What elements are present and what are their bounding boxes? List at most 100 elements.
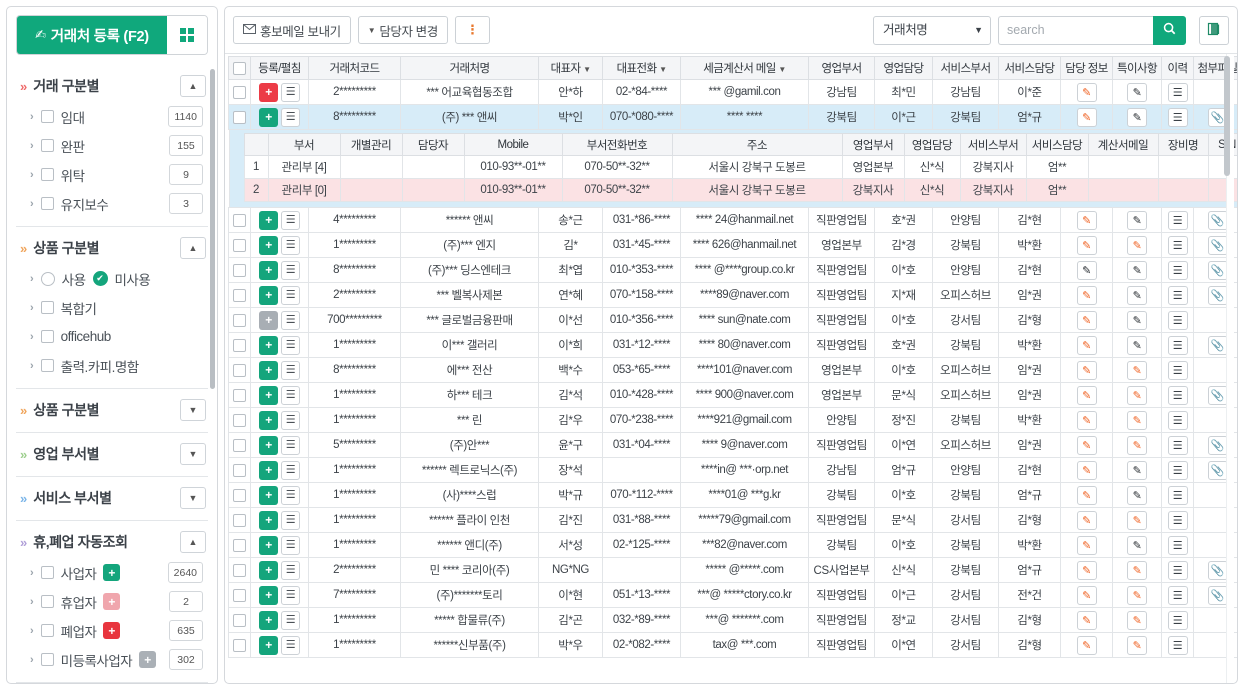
row-checkbox-cell[interactable] (228, 357, 251, 383)
contact-info-edit-icon[interactable]: ✎ (1076, 410, 1097, 430)
history-list-icon[interactable]: ☰ (1167, 610, 1188, 630)
cell-code[interactable]: 1********* (308, 407, 401, 433)
header-code[interactable]: 거래처코드 (308, 56, 401, 80)
notes-edit-icon[interactable]: ✎ (1127, 460, 1147, 480)
sidebar-item-checkbox[interactable] (40, 653, 54, 666)
row-menu-icon[interactable]: ☰ (281, 485, 300, 505)
row-menu-icon[interactable]: ☰ (281, 585, 300, 605)
contact-info-edit-icon[interactable]: ✎ (1076, 460, 1097, 480)
cell-company[interactable]: (주)*******토리 (400, 582, 539, 608)
sort-caret-icon[interactable]: ▼ (778, 65, 786, 74)
cell-history[interactable]: ☰ (1161, 457, 1194, 483)
row-add-button[interactable]: + (259, 310, 278, 330)
sidebar-item-0-2[interactable]: › 위탁 9 (16, 160, 208, 189)
cell-code[interactable]: 4********* (308, 207, 401, 233)
paperclip-icon[interactable]: 📎 (1207, 285, 1228, 305)
table-scrollbar-thumb[interactable] (1224, 56, 1230, 176)
row-checkbox-cell[interactable] (228, 457, 251, 483)
row-checkbox[interactable] (233, 288, 246, 302)
history-list-icon[interactable]: ☰ (1167, 260, 1188, 280)
paperclip-icon[interactable]: 📎 (1207, 435, 1228, 455)
paperclip-icon[interactable]: 📎 (1207, 210, 1228, 230)
row-checkbox-cell[interactable] (228, 482, 251, 508)
paperclip-icon[interactable]: 📎 (1207, 235, 1228, 255)
cell-notes[interactable]: ✎ (1112, 557, 1162, 583)
cell-company[interactable]: ****** 렉트로닉스(주) (400, 457, 539, 483)
row-add-button[interactable]: + (259, 485, 278, 505)
sidebar-section-header-0[interactable]: » 거래 구분별 ▲ (16, 72, 208, 100)
cell-history[interactable]: ☰ (1161, 332, 1194, 358)
table-row[interactable]: + ☰ 8********* 에*** 전산 백*수 053-*65-**** ****10… (228, 357, 1237, 383)
history-list-icon[interactable]: ☰ (1167, 560, 1188, 580)
cell-code[interactable]: 1********* (308, 232, 401, 258)
notes-edit-icon[interactable]: ✎ (1127, 107, 1147, 127)
paperclip-icon[interactable]: 📎 (1207, 335, 1228, 355)
cell-contact-info[interactable]: ✎ (1060, 257, 1113, 283)
contact-info-edit-icon[interactable]: ✎ (1076, 585, 1097, 605)
row-menu-icon[interactable]: ☰ (281, 510, 300, 530)
row-menu-icon[interactable]: ☰ (281, 285, 300, 305)
sidebar-section-header-1[interactable]: » 상품 구분별 ▲ (16, 234, 208, 262)
cell-company[interactable]: *** 글로벌금융판매 (400, 307, 539, 333)
paperclip-icon[interactable]: 📎 (1207, 585, 1228, 605)
sidebar-item-5-3[interactable]: › 미등록사업자 +302 (16, 645, 208, 674)
header-expand[interactable]: 등록/펼침 (250, 56, 309, 80)
history-list-icon[interactable]: ☰ (1167, 360, 1188, 380)
subheader-8[interactable]: 영업담당 (903, 133, 961, 156)
row-checkbox[interactable] (233, 438, 246, 452)
subheader-12[interactable]: 장비명 (1157, 133, 1209, 156)
table-row[interactable]: + ☰ 1********* ******신부품(주) 박*우 02-*082-**** t… (228, 632, 1237, 658)
subheader-11[interactable]: 계산서메일 (1087, 133, 1159, 156)
sidebar-section-header-5[interactable]: » 휴,폐업 자동조회 ▲ (16, 528, 208, 556)
plus-badge-icon[interactable]: + (103, 622, 121, 639)
cell-code[interactable]: 2********* (308, 79, 401, 105)
cell-company[interactable]: 이*** 갤러리 (400, 332, 539, 358)
cell-company[interactable]: ****** 앤디(주) (400, 532, 539, 558)
row-checkbox-cell[interactable] (228, 607, 251, 633)
row-menu-icon[interactable]: ☰ (281, 435, 300, 455)
sub-cell-dept[interactable]: 관리부 [0] (267, 178, 341, 202)
cell-history[interactable]: ☰ (1161, 382, 1194, 408)
row-checkbox[interactable] (233, 388, 246, 402)
sort-caret-icon[interactable]: ▼ (583, 65, 591, 74)
row-checkbox[interactable] (233, 588, 246, 602)
row-menu-icon[interactable]: ☰ (281, 535, 300, 555)
contact-info-edit-icon[interactable]: ✎ (1076, 310, 1097, 330)
row-checkbox[interactable] (233, 613, 246, 627)
header-tax-mail[interactable]: 세금계산서 메일 ▼ (680, 56, 809, 80)
table-row[interactable]: + ☰ 1********* ****** 렉트로닉스(주) 장*석 ****in@ **… (228, 457, 1237, 483)
cell-notes[interactable]: ✎ (1112, 457, 1162, 483)
cell-contact-info[interactable]: ✎ (1060, 432, 1113, 458)
sidebar-item-checkbox[interactable] (40, 595, 54, 608)
header-sales-person[interactable]: 영업담당 (874, 56, 933, 80)
paperclip-icon[interactable]: 📎 (1207, 460, 1228, 480)
sidebar-section-toggle[interactable]: ▲ (180, 531, 206, 553)
cell-code[interactable]: 1********* (308, 532, 401, 558)
history-list-icon[interactable]: ☰ (1167, 82, 1188, 102)
cell-notes[interactable]: ✎ (1112, 207, 1162, 233)
notes-edit-icon[interactable]: ✎ (1127, 485, 1147, 505)
contact-info-edit-icon[interactable]: ✎ (1076, 485, 1097, 505)
subheader-9[interactable]: 서비스부서 (959, 133, 1027, 156)
sidebar-item-checkbox[interactable] (40, 330, 54, 343)
sidebar-item-1-3[interactable]: › 출력.카피.명함 (16, 351, 208, 380)
row-menu-icon[interactable]: ☰ (281, 560, 300, 580)
notes-edit-icon[interactable]: ✎ (1127, 610, 1147, 630)
cell-notes[interactable]: ✎ (1112, 232, 1162, 258)
header-phone[interactable]: 대표전화 ▼ (602, 56, 681, 80)
contact-info-edit-icon[interactable]: ✎ (1076, 510, 1097, 530)
cell-contact-info[interactable]: ✎ (1060, 482, 1113, 508)
table-row[interactable]: + ☰ 1********* 하*** 테크 김*석 010-*428-**** **** … (228, 382, 1237, 408)
header-company[interactable]: 거래처명 (400, 56, 539, 80)
check-circle-icon[interactable]: ✔ (92, 271, 108, 286)
row-add-button[interactable]: + (259, 285, 278, 305)
cell-contact-info[interactable]: ✎ (1060, 307, 1113, 333)
header-sales-dept[interactable]: 영업부서 (808, 56, 875, 80)
row-checkbox-cell[interactable] (228, 79, 251, 105)
table-row[interactable]: + ☰ 1********* ***** 합물류(주) 김*곤 032-*89-**** *… (228, 607, 1237, 633)
row-checkbox-cell[interactable] (228, 257, 251, 283)
history-list-icon[interactable]: ☰ (1167, 410, 1188, 430)
cell-contact-info[interactable]: ✎ (1060, 207, 1113, 233)
cell-notes[interactable]: ✎ (1112, 282, 1162, 308)
cell-notes[interactable]: ✎ (1112, 407, 1162, 433)
